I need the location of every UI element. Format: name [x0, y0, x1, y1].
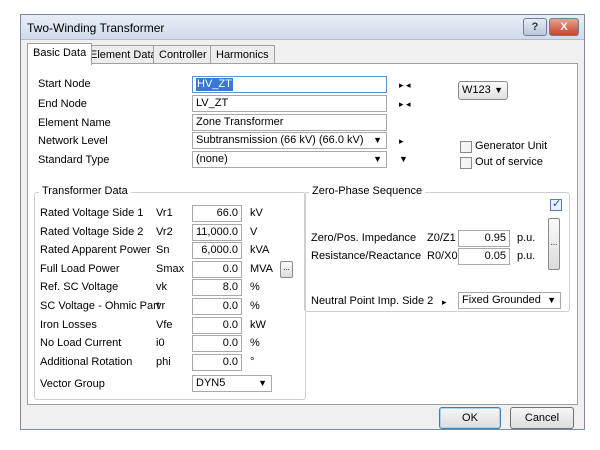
- vector-group-select[interactable]: DYN5 ▼: [192, 375, 272, 392]
- transformer-row-value[interactable]: 8.0: [192, 279, 242, 297]
- transformer-row-label: Additional Rotation: [40, 355, 133, 368]
- zero-phase-row-symbol: R0/X0: [427, 250, 458, 262]
- zero-phase-row-unit: p.u.: [517, 250, 536, 262]
- neutral-point-label: Neutral Point Imp. Side 2: [311, 295, 434, 307]
- transformer-row-unit: %: [250, 281, 260, 294]
- start-node-field[interactable]: HV_ZT: [192, 76, 387, 93]
- transformer-row-symbol: vr: [156, 300, 166, 312]
- zero-phase-more-button[interactable]: ...: [548, 218, 560, 270]
- tab-controller[interactable]: Controller: [153, 45, 213, 64]
- tab-basic-data[interactable]: Basic Data: [27, 43, 93, 65]
- tab-harmonics[interactable]: Harmonics: [210, 45, 275, 64]
- basic-data-panel: Start Node HV_ZT ▸ ◂ End Node LV_ZT ▸ ◂ …: [27, 63, 578, 405]
- zero-phase-row-unit: p.u.: [517, 232, 536, 244]
- transformer-row-unit: kVA: [250, 244, 270, 257]
- zero-phase-checkbox[interactable]: [550, 197, 562, 211]
- end-node-label: End Node: [38, 98, 87, 110]
- network-level-label: Network Level: [38, 135, 108, 147]
- transformer-row-value[interactable]: 6,000.0: [192, 242, 242, 260]
- transformer-row-label: Ref. SC Voltage: [40, 281, 119, 294]
- zero-phase-row-label: Resistance/Reactance: [311, 250, 422, 262]
- close-button[interactable]: X: [549, 18, 579, 36]
- out-of-service-label: Out of service: [475, 156, 543, 168]
- generator-unit-checkbox[interactable]: [460, 141, 472, 153]
- transformer-row-value[interactable]: 0.0: [192, 298, 242, 315]
- transformer-row-symbol: vk: [156, 281, 167, 294]
- transformer-row-symbol: Vr2: [156, 225, 173, 238]
- transformer-row-symbol: Sn: [156, 244, 170, 257]
- cancel-button[interactable]: Cancel: [510, 407, 574, 429]
- element-name-label: Element Name: [38, 117, 111, 129]
- end-node-nav-icon[interactable]: ▸ ◂: [399, 99, 411, 110]
- zero-phase-row-value[interactable]: 0.05: [458, 248, 510, 265]
- transformer-row-value[interactable]: 0.0: [192, 260, 242, 278]
- filter-icon[interactable]: ▼: [399, 154, 408, 164]
- transformer-row-unit: MVA: [250, 262, 274, 275]
- dialog-title: Two-Winding Transformer: [27, 21, 165, 35]
- zero-phase-row-symbol: Z0/Z1: [427, 232, 456, 244]
- transformer-row-label: Rated Voltage Side 1: [40, 207, 144, 219]
- variant-select[interactable]: W123 ▼: [458, 81, 508, 100]
- transformer-row-unit: %: [250, 300, 260, 312]
- out-of-service-checkbox[interactable]: [460, 157, 472, 169]
- element-name-field[interactable]: Zone Transformer: [192, 114, 387, 131]
- transformer-row-label: Rated Voltage Side 2: [40, 225, 144, 238]
- transformer-row-value[interactable]: 0.0: [192, 335, 242, 353]
- tab-element-data[interactable]: Element Data: [84, 45, 163, 64]
- transformer-row-label: Iron Losses: [40, 318, 97, 331]
- transformer-row-value[interactable]: 0.0: [192, 353, 242, 371]
- transformer-row-unit: °: [250, 355, 255, 368]
- standard-type-select[interactable]: (none) ▼: [192, 151, 387, 168]
- start-node-nav-icon[interactable]: ▸ ◂: [399, 80, 411, 91]
- zero-phase-title: Zero-Phase Sequence: [309, 185, 426, 197]
- full-load-power-more-button[interactable]: ...: [280, 261, 293, 278]
- network-level-nav-icon[interactable]: ▸: [399, 136, 404, 147]
- transformer-data-title: Transformer Data: [39, 185, 131, 197]
- transformer-row-symbol: Smax: [156, 262, 185, 275]
- transformer-row-unit: kW: [250, 318, 266, 331]
- transformer-dialog: Two-Winding Transformer ? X Basic Data E…: [20, 14, 585, 430]
- zero-phase-row-value[interactable]: 0.95: [458, 230, 510, 247]
- transformer-row-label: SC Voltage - Ohmic Part: [40, 300, 160, 312]
- transformer-row-unit: kV: [250, 207, 263, 219]
- chevron-down-icon: ▼: [373, 135, 382, 145]
- generator-unit-label: Generator Unit: [475, 140, 548, 152]
- chevron-down-icon: ▼: [373, 154, 382, 164]
- transformer-row-symbol: Vfe: [156, 318, 173, 331]
- chevron-down-icon: ▼: [494, 85, 503, 95]
- transformer-data-group: [34, 192, 306, 400]
- transformer-row-value[interactable]: 66.0: [192, 205, 242, 222]
- title-bar: Two-Winding Transformer ? X: [21, 15, 584, 40]
- transformer-row-symbol: i0: [156, 337, 165, 350]
- start-node-label: Start Node: [38, 78, 91, 90]
- transformer-row-label: Full Load Power: [40, 262, 120, 275]
- neutral-point-nav-icon[interactable]: ▸: [442, 297, 447, 308]
- transformer-row-symbol: phi: [156, 355, 171, 368]
- transformer-row-unit: %: [250, 337, 260, 350]
- ok-button[interactable]: OK: [439, 407, 501, 429]
- help-button[interactable]: ?: [523, 18, 547, 36]
- chevron-down-icon: ▼: [258, 378, 267, 388]
- transformer-row-label: No Load Current: [40, 337, 122, 350]
- chevron-down-icon: ▼: [547, 295, 556, 305]
- transformer-row-symbol: Vr1: [156, 207, 173, 219]
- end-node-field[interactable]: LV_ZT: [192, 95, 387, 112]
- transformer-row-unit: V: [250, 225, 258, 238]
- vector-group-label: Vector Group: [40, 378, 105, 390]
- transformer-row-label: Rated Apparent Power: [40, 244, 151, 257]
- neutral-point-select[interactable]: Fixed Grounded ▼: [458, 292, 561, 309]
- transformer-row-value[interactable]: 11,000.0: [192, 223, 242, 241]
- zero-phase-row-label: Zero/Pos. Impedance: [311, 232, 417, 244]
- network-level-select[interactable]: Subtransmission (66 kV) (66.0 kV) ▼: [192, 132, 387, 149]
- transformer-row-value[interactable]: 0.0: [192, 316, 242, 334]
- standard-type-label: Standard Type: [38, 154, 110, 166]
